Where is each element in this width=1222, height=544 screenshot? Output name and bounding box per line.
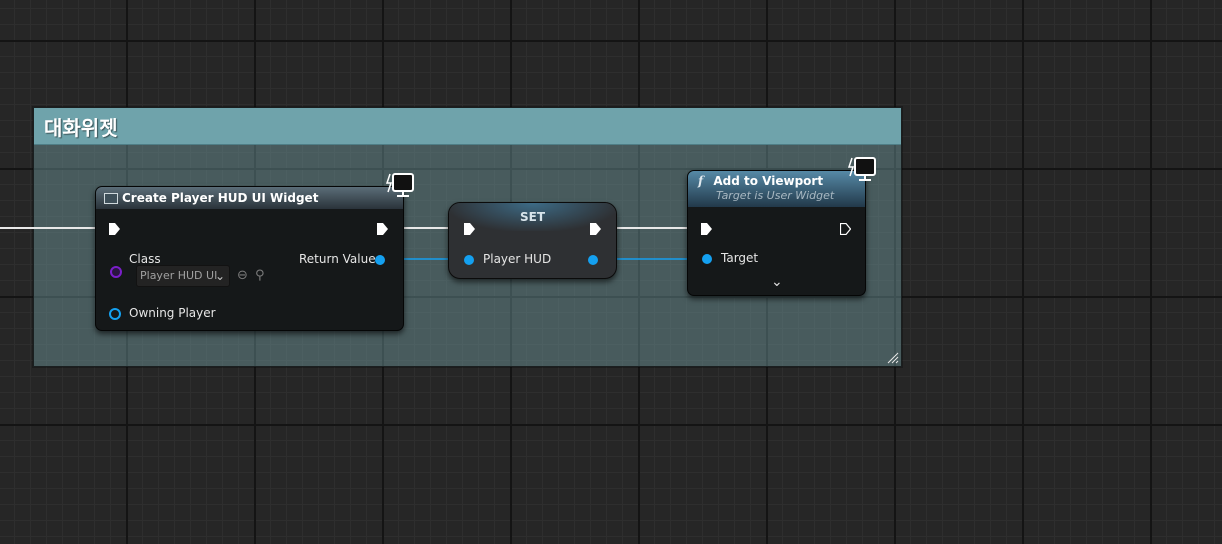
blueprint-graph-canvas[interactable]: 대화위젯 Create Player HUD UI Widget Class P…	[0, 0, 1222, 544]
create-widget-header[interactable]: Create Player HUD UI Widget	[96, 187, 403, 209]
add-to-viewport-title: Add to Viewport	[713, 174, 824, 188]
set-value-out-pin[interactable]	[588, 255, 598, 265]
set-value-in-pin[interactable]	[464, 255, 474, 265]
set-exec-out-pin[interactable]	[590, 223, 601, 235]
viewport-target-pin[interactable]	[702, 254, 712, 264]
owning-player-pin[interactable]	[109, 308, 121, 320]
add-to-viewport-node[interactable]: f Add to Viewport Target is User Widget …	[687, 170, 866, 296]
target-label: Target	[721, 251, 759, 265]
owning-player-label: Owning Player	[129, 306, 216, 320]
latent-clock-icon	[848, 157, 876, 181]
add-to-viewport-subtitle: Target is User Widget	[716, 189, 835, 202]
function-icon	[104, 192, 118, 204]
return-value-pin[interactable]	[375, 255, 385, 265]
create-widget-node[interactable]: Create Player HUD UI Widget Class Player…	[95, 186, 404, 331]
use-selected-icon[interactable]: ⊖	[237, 268, 248, 283]
set-variable-node[interactable]: SET Player HUD	[448, 202, 617, 279]
class-label: Class	[129, 252, 161, 266]
set-var-label: Player HUD	[483, 252, 552, 266]
create-widget-title: Create Player HUD UI Widget	[122, 191, 319, 205]
exec-out-pin[interactable]	[377, 223, 388, 235]
set-exec-in-pin[interactable]	[464, 223, 475, 235]
chevron-down-icon: ⌄	[214, 269, 225, 283]
class-dropdown[interactable]: Player HUD UI ⌄	[136, 265, 230, 287]
viewport-exec-out-pin[interactable]	[840, 223, 851, 235]
expand-chevron-icon[interactable]: ⌄	[771, 274, 783, 290]
function-icon: f	[698, 174, 704, 188]
class-value: Player HUD UI	[140, 269, 218, 282]
exec-in-pin[interactable]	[109, 223, 120, 235]
class-pin[interactable]	[110, 266, 122, 278]
return-value-label: Return Value	[299, 252, 376, 266]
browse-icon[interactable]: ⚲	[255, 268, 265, 283]
latent-clock-icon	[386, 173, 414, 197]
add-to-viewport-header[interactable]: f Add to Viewport Target is User Widget	[688, 171, 865, 207]
viewport-exec-in-pin[interactable]	[701, 223, 712, 235]
